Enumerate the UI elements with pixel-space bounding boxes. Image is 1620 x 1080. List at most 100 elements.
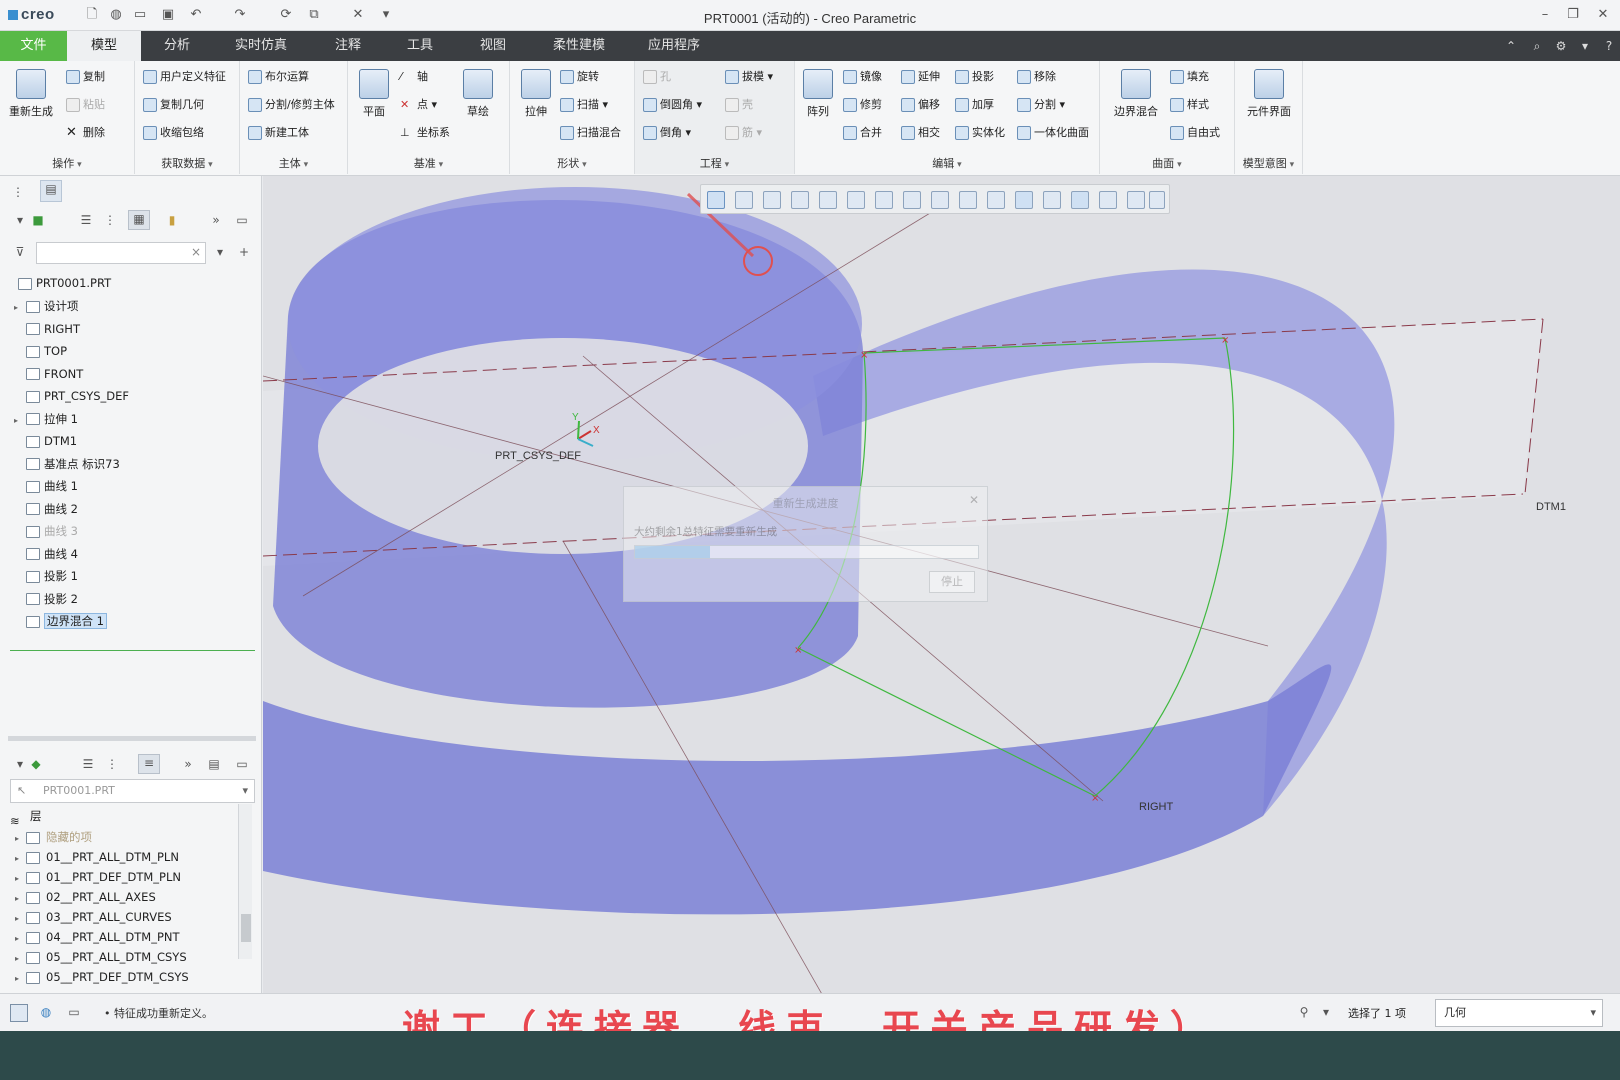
new-file-icon[interactable]: 🗋: [84, 7, 100, 23]
toolbar-more-icon[interactable]: [1149, 191, 1165, 209]
extrude-button[interactable]: 拉伸: [516, 69, 556, 119]
tree-item-root[interactable]: PRT0001.PRT: [6, 272, 111, 294]
expand-arrow-icon[interactable]: ▸: [10, 889, 24, 909]
restore-icon[interactable]: ❐: [1562, 6, 1584, 24]
layer-scroll-thumb[interactable]: [241, 914, 251, 942]
group-label-operations[interactable]: 操作: [0, 155, 134, 171]
boundary-blend-button[interactable]: 边界混合: [1108, 69, 1164, 119]
model-tree-dropdown-icon[interactable]: ▾: [12, 212, 28, 228]
tree-item[interactable]: RIGHT: [14, 318, 80, 340]
group-label-editing[interactable]: 编辑: [795, 155, 1099, 171]
user-icon[interactable]: ⚙: [1550, 31, 1572, 61]
layer-columns-icon[interactable]: ⋮: [104, 756, 120, 772]
tab-flexible-modeling[interactable]: 柔性建模: [533, 31, 625, 61]
tree-item[interactable]: FRONT: [14, 363, 83, 385]
extend-button[interactable]: 延伸: [901, 67, 940, 87]
tree-columns-icon[interactable]: ⋮: [102, 212, 118, 228]
layer-properties-icon[interactable]: ▤: [206, 756, 222, 772]
search-icon[interactable]: ⌕: [1526, 31, 1548, 61]
redo-icon[interactable]: ↷: [232, 7, 248, 23]
tree-item[interactable]: TOP: [14, 340, 67, 362]
bookmark-icon[interactable]: ▮: [164, 212, 180, 228]
section-icon[interactable]: [959, 191, 977, 209]
shell-button[interactable]: 壳: [725, 95, 753, 115]
fill-button[interactable]: 填充: [1170, 67, 1209, 87]
layer-row[interactable]: ▸ 05__PRT_ALL_DTM_CSYS: [10, 947, 187, 967]
expand-arrow-icon[interactable]: ▸: [10, 869, 24, 889]
group-label-model-intent[interactable]: 模型意图: [1235, 155, 1302, 171]
remove-button[interactable]: 移除: [1017, 67, 1056, 87]
clear-filter-icon[interactable]: ×: [191, 245, 201, 259]
layer-row[interactable]: ▸ 05__PRT_DEF_DTM_CSYS: [10, 967, 189, 987]
tree-item[interactable]: 曲线 3: [14, 520, 78, 542]
datum-display-icon[interactable]: [987, 191, 1005, 209]
group-label-body[interactable]: 主体: [240, 155, 347, 171]
group-label-datum[interactable]: 基准: [348, 155, 509, 171]
axis-button[interactable]: ⁄ 轴: [400, 67, 428, 87]
panel-options-icon[interactable]: ▭: [234, 212, 250, 228]
layer-row[interactable]: ▸ 02__PRT_ALL_AXES: [10, 887, 156, 907]
pattern-button[interactable]: 阵列: [801, 69, 835, 119]
new-body-button[interactable]: 新建工体: [248, 123, 309, 143]
annotation-display-icon[interactable]: [1043, 191, 1061, 209]
thicken-button[interactable]: 加厚: [955, 95, 994, 115]
expand-arrow-icon[interactable]: ▸: [10, 909, 24, 929]
tree-item[interactable]: ▸ 拉伸 1: [14, 408, 78, 430]
solidify-button[interactable]: 实体化: [955, 123, 1005, 143]
point-button[interactable]: ✕ 点 ▾: [400, 95, 437, 115]
regenerate-icon[interactable]: ⟳: [278, 7, 294, 23]
customize-qa-icon[interactable]: ▾: [378, 7, 394, 23]
tab-file[interactable]: 文件: [0, 31, 67, 61]
merge-button[interactable]: 合并: [843, 123, 882, 143]
menu-dropdown-icon[interactable]: ▾: [1574, 31, 1596, 61]
component-interface-button[interactable]: 元件界面: [1239, 69, 1299, 119]
saved-views-icon[interactable]: [847, 191, 865, 209]
perspective-icon[interactable]: [931, 191, 949, 209]
dialog-close-icon[interactable]: ✕: [969, 493, 979, 507]
group-label-shapes[interactable]: 形状: [510, 155, 634, 171]
udf-button[interactable]: 用户定义特征: [143, 67, 226, 87]
delete-button[interactable]: ✕ 删除: [66, 123, 105, 143]
group-label-get-data[interactable]: 获取数据: [135, 155, 239, 171]
offset-button[interactable]: 偏移: [901, 95, 940, 115]
tree-item[interactable]: 边界混合 1: [14, 610, 107, 632]
expand-arrow-icon[interactable]: ▸: [10, 929, 24, 949]
csys-display-icon[interactable]: [1015, 191, 1033, 209]
layer-model-selector[interactable]: ↖ PRT0001.PRT ▾: [10, 779, 255, 803]
tree-item[interactable]: 曲线 1: [14, 475, 78, 497]
tab-applications[interactable]: 应用程序: [625, 31, 723, 61]
folder-icon[interactable]: ▭: [132, 7, 148, 23]
expand-arrow-icon[interactable]: ▸: [10, 849, 24, 869]
layer-row[interactable]: ▸ 隐藏的项: [10, 827, 92, 847]
minimize-icon[interactable]: –: [1534, 6, 1556, 24]
tree-item[interactable]: 投影 1: [14, 565, 78, 587]
layer-more-icon[interactable]: »: [180, 756, 196, 772]
undo-icon[interactable]: ↶: [188, 7, 204, 23]
more-icon[interactable]: »: [208, 212, 224, 228]
swept-blend-button[interactable]: 扫描混合: [560, 123, 621, 143]
group-label-engineering[interactable]: 工程: [635, 155, 794, 171]
tab-model[interactable]: 模型: [67, 31, 141, 61]
save-icon[interactable]: ▣: [160, 7, 176, 23]
tab-annotate[interactable]: 注释: [309, 31, 387, 61]
plane-button[interactable]: 平面: [354, 69, 394, 119]
repaint-icon[interactable]: [791, 191, 809, 209]
chamfer-button[interactable]: 倒角 ▾: [643, 123, 691, 143]
tree-item[interactable]: 投影 2: [14, 588, 78, 610]
expand-arrow-icon[interactable]: ▸: [14, 297, 24, 319]
tree-item[interactable]: DTM1: [14, 430, 77, 452]
tab-analysis[interactable]: 分析: [141, 31, 213, 61]
tree-item[interactable]: ▸ 设计项: [14, 295, 79, 317]
layer-row[interactable]: ▸ 01__PRT_DEF_DTM_PLN: [10, 867, 181, 887]
split-button[interactable]: 分割 ▾: [1017, 95, 1065, 115]
orientation-icon[interactable]: [819, 191, 837, 209]
unify-surface-button[interactable]: 一体化曲面: [1017, 123, 1089, 143]
project-button[interactable]: 投影: [955, 67, 994, 87]
revolve-button[interactable]: 旋转: [560, 67, 599, 87]
layer-options-icon[interactable]: ▭: [234, 756, 250, 772]
pause-icon[interactable]: [1127, 191, 1145, 209]
split-body-button[interactable]: 分割/修剪主体: [248, 95, 335, 115]
shrinkwrap-button[interactable]: 收缩包络: [143, 123, 204, 143]
draft-button[interactable]: 拔模 ▾: [725, 67, 773, 87]
mirror-button[interactable]: 镜像: [843, 67, 882, 87]
